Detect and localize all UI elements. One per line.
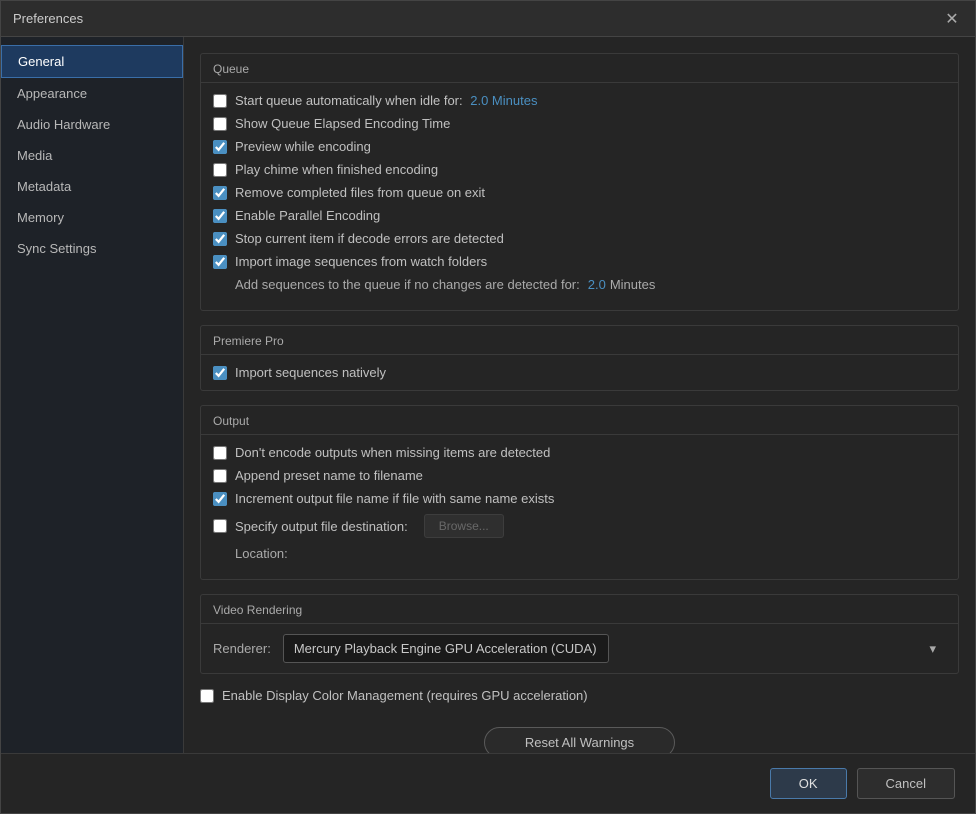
import-sequences-label: Import image sequences from watch folder… [235, 254, 487, 269]
footer: OK Cancel [1, 753, 975, 813]
sequence-sub-row: Add sequences to the queue if no changes… [235, 277, 946, 292]
play-chime-label: Play chime when finished encoding [235, 162, 438, 177]
preview-encoding-row: Preview while encoding [213, 139, 946, 154]
import-natively-checkbox[interactable] [213, 366, 227, 380]
premiere-pro-section: Premiere Pro Import sequences natively [200, 325, 959, 391]
auto-queue-row: Start queue automatically when idle for:… [213, 93, 946, 108]
output-section: Output Don't encode outputs when missing… [200, 405, 959, 580]
preview-encoding-label: Preview while encoding [235, 139, 371, 154]
parallel-encoding-label: Enable Parallel Encoding [235, 208, 380, 223]
window-title: Preferences [13, 11, 83, 26]
content-area: Queue Start queue automatically when idl… [184, 37, 975, 753]
elapsed-time-row: Show Queue Elapsed Encoding Time [213, 116, 946, 131]
reset-all-warnings-button[interactable]: Reset All Warnings [484, 727, 675, 753]
import-natively-label: Import sequences natively [235, 365, 386, 380]
parallel-encoding-checkbox[interactable] [213, 209, 227, 223]
premiere-pro-body: Import sequences natively [201, 355, 958, 390]
specify-destination-checkbox[interactable] [213, 519, 227, 533]
sidebar-item-audio-hardware[interactable]: Audio Hardware [1, 109, 183, 140]
color-management-checkbox[interactable] [200, 689, 214, 703]
sequence-sub-unit: Minutes [610, 277, 656, 292]
sequence-sub-label: Add sequences to the queue if no changes… [235, 277, 580, 292]
renderer-label: Renderer: [213, 641, 271, 656]
parallel-encoding-row: Enable Parallel Encoding [213, 208, 946, 223]
location-label: Location: [235, 546, 288, 561]
queue-section: Queue Start queue automatically when idl… [200, 53, 959, 311]
import-sequences-row: Import image sequences from watch folder… [213, 254, 946, 269]
append-preset-row: Append preset name to filename [213, 468, 946, 483]
remove-completed-label: Remove completed files from queue on exi… [235, 185, 485, 200]
specify-destination-row: Specify output file destination: Browse.… [213, 514, 946, 538]
import-natively-row: Import sequences natively [213, 365, 946, 380]
close-button[interactable]: ✕ [941, 8, 963, 30]
remove-completed-checkbox[interactable] [213, 186, 227, 200]
video-rendering-title: Video Rendering [201, 595, 958, 624]
stop-decode-row: Stop current item if decode errors are d… [213, 231, 946, 246]
auto-queue-label: Start queue automatically when idle for:… [235, 93, 537, 108]
renderer-select[interactable]: Mercury Playback Engine GPU Acceleration… [283, 634, 609, 663]
dont-encode-checkbox[interactable] [213, 446, 227, 460]
color-management-label: Enable Display Color Management (require… [222, 688, 588, 703]
append-preset-label: Append preset name to filename [235, 468, 423, 483]
sidebar-item-sync-settings[interactable]: Sync Settings [1, 233, 183, 264]
queue-section-body: Start queue automatically when idle for:… [201, 83, 958, 310]
elapsed-time-label: Show Queue Elapsed Encoding Time [235, 116, 450, 131]
specify-destination-label: Specify output file destination: [235, 519, 408, 534]
reset-btn-container: Reset All Warnings [200, 717, 959, 753]
preferences-window: Preferences ✕ General Appearance Audio H… [0, 0, 976, 814]
play-chime-checkbox[interactable] [213, 163, 227, 177]
increment-filename-checkbox[interactable] [213, 492, 227, 506]
ok-button[interactable]: OK [770, 768, 847, 799]
sidebar-item-media[interactable]: Media [1, 140, 183, 171]
sidebar-item-memory[interactable]: Memory [1, 202, 183, 233]
preview-encoding-checkbox[interactable] [213, 140, 227, 154]
import-sequences-checkbox[interactable] [213, 255, 227, 269]
browse-button[interactable]: Browse... [424, 514, 504, 538]
sidebar: General Appearance Audio Hardware Media … [1, 37, 184, 753]
auto-queue-value: 2.0 Minutes [470, 93, 537, 108]
sidebar-item-appearance[interactable]: Appearance [1, 78, 183, 109]
dont-encode-label: Don't encode outputs when missing items … [235, 445, 550, 460]
stop-decode-checkbox[interactable] [213, 232, 227, 246]
sidebar-item-general[interactable]: General [1, 45, 183, 78]
output-body: Don't encode outputs when missing items … [201, 435, 958, 579]
color-management-row: Enable Display Color Management (require… [200, 688, 959, 703]
stop-decode-label: Stop current item if decode errors are d… [235, 231, 504, 246]
dont-encode-row: Don't encode outputs when missing items … [213, 445, 946, 460]
main-content: General Appearance Audio Hardware Media … [1, 37, 975, 753]
auto-queue-checkbox[interactable] [213, 94, 227, 108]
output-title: Output [201, 406, 958, 435]
append-preset-checkbox[interactable] [213, 469, 227, 483]
sequence-sub-value: 2.0 [588, 277, 606, 292]
video-rendering-section: Video Rendering Renderer: Mercury Playba… [200, 594, 959, 674]
renderer-row: Renderer: Mercury Playback Engine GPU Ac… [201, 624, 958, 673]
premiere-pro-title: Premiere Pro [201, 326, 958, 355]
queue-section-title: Queue [201, 54, 958, 83]
elapsed-time-checkbox[interactable] [213, 117, 227, 131]
remove-completed-row: Remove completed files from queue on exi… [213, 185, 946, 200]
increment-filename-row: Increment output file name if file with … [213, 491, 946, 506]
play-chime-row: Play chime when finished encoding [213, 162, 946, 177]
renderer-select-wrapper: Mercury Playback Engine GPU Acceleration… [283, 634, 946, 663]
location-row: Location: [235, 546, 946, 561]
title-bar: Preferences ✕ [1, 1, 975, 37]
sidebar-item-metadata[interactable]: Metadata [1, 171, 183, 202]
cancel-button[interactable]: Cancel [857, 768, 955, 799]
increment-filename-label: Increment output file name if file with … [235, 491, 554, 506]
